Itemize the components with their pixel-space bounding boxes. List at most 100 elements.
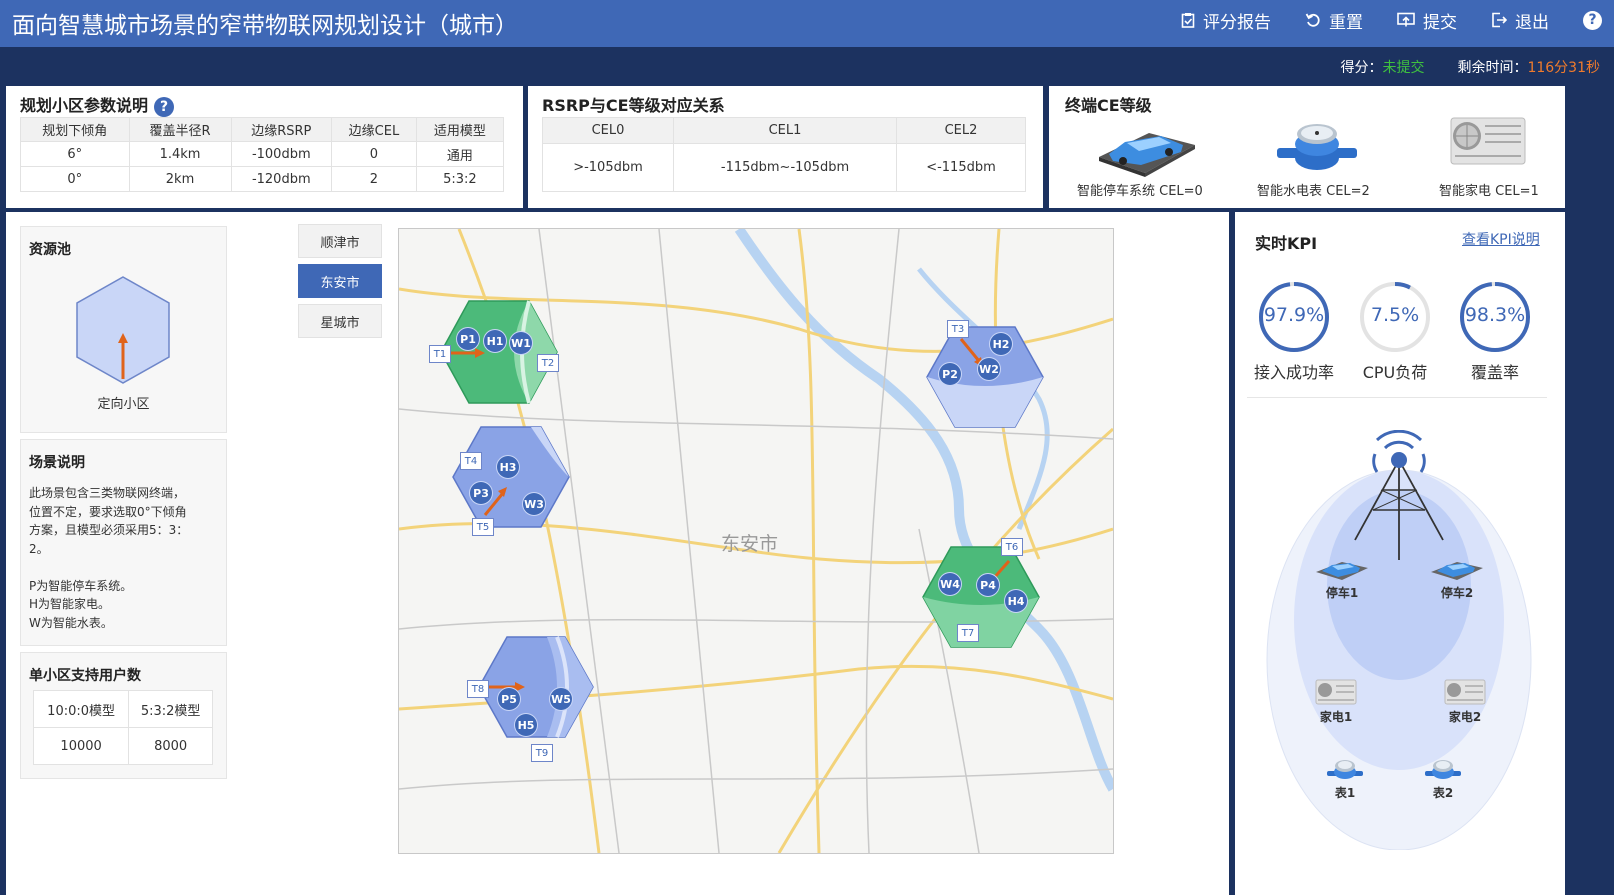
terminal-marker[interactable]: W5 (550, 688, 572, 710)
device-item: 家电2 (1437, 678, 1493, 725)
params-cell: 2km (128, 166, 232, 192)
city-button-xingcheng[interactable]: 星城市 (298, 304, 382, 338)
terminal-tag[interactable]: T2 (537, 354, 559, 372)
users-title: 单小区支持用户数 (29, 668, 141, 684)
terminal-marker[interactable]: H2 (990, 333, 1012, 355)
terminal-label: 智能水电表 CEL=2 (1257, 184, 1370, 199)
terminal-tag[interactable]: T9 (531, 744, 553, 762)
table-row: 6° 1.4km -100dbm 0 通用 (20, 141, 505, 167)
reset-icon (1305, 13, 1320, 27)
terminal-tag[interactable]: T3 (947, 320, 969, 338)
kpi-value: 97.9% (1263, 304, 1325, 326)
scene-text: 此场景包含三类物联网终端， 位置不定，要求选取0°下倾角 方案，且模型必须采用5… (29, 484, 188, 632)
params-cell: 0 (331, 141, 417, 167)
table-row: >-105dbm -115dbm~-105dbm <-115dbm (542, 143, 1026, 192)
scene-line: 方案，且模型必须采用5：3： (29, 523, 189, 537)
submit-button[interactable]: 提交 (1397, 8, 1457, 33)
rsrp-table: CEL0 CEL1 CEL2 >-105dbm -115dbm~-105dbm … (542, 117, 1026, 192)
terminal-tag[interactable]: T5 (472, 518, 494, 536)
map-city-label: 东安市 (721, 533, 779, 555)
scene-line: P为智能停车系统。 (29, 578, 133, 593)
terminal-marker[interactable]: W3 (523, 493, 545, 515)
divider (1247, 397, 1547, 398)
terminal-marker[interactable]: H1 (484, 330, 506, 352)
map-view[interactable]: 东安市 P1 H1 W1 T1 T2 H3 P3 W3 T4 T5 P5 W5 … (398, 228, 1114, 854)
resource-title: 资源池 (29, 242, 71, 258)
time-label: 剩余时间： (1457, 60, 1528, 76)
terminal-marker[interactable]: W2 (978, 358, 1000, 380)
water-meter-icon (1277, 124, 1357, 170)
terminal-tag[interactable]: T4 (460, 452, 482, 470)
exit-button[interactable]: 退出 (1491, 8, 1549, 33)
terminal-tag[interactable]: T7 (957, 624, 979, 642)
terminal-marker[interactable]: P4 (977, 574, 999, 596)
table-row: 0° 2km -120dbm 2 5:3:2 (20, 166, 505, 192)
params-col: 边缘CEL (331, 117, 417, 142)
exit-icon (1492, 12, 1507, 28)
submit-icon (1397, 12, 1415, 27)
main-panel: 资源池 定向小区 场景说明 此场景包含三类物联网终端， 位置不定，要求选取0°下… (6, 212, 1229, 895)
terminal-marker[interactable]: P5 (498, 688, 520, 710)
resource-pool: 资源池 定向小区 (20, 226, 227, 433)
time-value: 116分31秒 (1527, 60, 1600, 76)
terminal-marker[interactable]: H3 (497, 456, 519, 478)
kpi-value: 98.3% (1464, 304, 1526, 326)
scene-line: 2。 (29, 541, 49, 556)
users-col: 10:0:0模型 (32, 690, 130, 728)
directional-cell-icon[interactable] (73, 275, 173, 385)
users-cell: 10000 (32, 727, 130, 765)
device-item: 表2 (1415, 756, 1471, 801)
rsrp-col: CEL1 (673, 117, 897, 144)
reset-button[interactable]: 重置 (1305, 8, 1363, 33)
city-button-dongan[interactable]: 东安市 (298, 264, 382, 298)
device-label: 表1 (1334, 786, 1356, 800)
rsrp-title: RSRP与CE等级对应关系 (542, 96, 725, 115)
terminal-marker[interactable]: H5 (515, 714, 537, 736)
kpi-title: 实时KPI (1255, 234, 1318, 253)
report-button[interactable]: 评分报告 (1181, 8, 1271, 33)
terminal-marker[interactable]: P3 (470, 482, 492, 504)
terminal-marker[interactable]: H4 (1005, 590, 1027, 612)
help-icon[interactable]: ? (1583, 10, 1602, 30)
city-button-shunjin[interactable]: 顺津市 (298, 224, 382, 258)
rsrp-cell: <-115dbm (896, 143, 1026, 192)
score-value: 未提交 (1382, 60, 1425, 76)
device-item: 表1 (1317, 756, 1373, 801)
terminal-marker[interactable]: W4 (939, 573, 961, 595)
kpi-value: 7.5% (1370, 304, 1420, 326)
device-label: 表2 (1432, 786, 1454, 800)
reset-label: 重置 (1329, 12, 1363, 33)
top-bar: 面向智慧城市场景的窄带物联网规划设计（城市） 评分报告 重置 提交 退出 ? (0, 0, 1614, 47)
kpi-label: CPU负荷 (1362, 363, 1428, 382)
terminal-marker[interactable]: P1 (457, 328, 479, 350)
kpi-help-link[interactable]: 查看KPI说明 (1462, 229, 1540, 249)
page-title: 面向智慧城市场景的窄带物联网规划设计（城市） (12, 13, 518, 39)
params-col: 覆盖半径R (128, 117, 232, 142)
device-item: 家电1 (1308, 678, 1364, 725)
terminal-marker[interactable]: W1 (510, 332, 532, 354)
exit-label: 退出 (1515, 12, 1549, 33)
terminal-tag[interactable]: T8 (467, 680, 489, 698)
header-actions: 评分报告 重置 提交 退出 ? (1147, 0, 1602, 40)
params-cell: 5:3:2 (415, 166, 505, 192)
terminal-marker[interactable]: P2 (939, 363, 961, 385)
users-cell: 8000 (128, 727, 213, 765)
params-cell: 1.4km (128, 141, 232, 167)
terminal-tag[interactable]: T1 (429, 345, 451, 363)
rsrp-cell: -115dbm~-105dbm (673, 143, 897, 192)
parking-car-icon (1431, 562, 1483, 580)
users-col: 5:3:2模型 (128, 690, 213, 728)
water-meter-icon (1327, 760, 1363, 779)
params-cell: -120dbm (230, 166, 333, 192)
terminal-tag[interactable]: T6 (1001, 538, 1023, 556)
terminal-panel: 终端CE等级 智能停车系统 CEL=0 智能水电表 CEL=2 智能家电 CEL… (1049, 86, 1565, 208)
rsrp-panel: RSRP与CE等级对应关系 CEL0 CEL1 CEL2 >-105dbm -1… (528, 86, 1043, 208)
device-label: 家电2 (1448, 710, 1482, 724)
params-title-text: 规划小区参数说明 (20, 96, 149, 115)
submit-label: 提交 (1423, 12, 1457, 33)
question-icon[interactable]: ? (154, 96, 175, 117)
parking-car-icon (1316, 562, 1368, 580)
table-row: 10000 8000 (32, 727, 213, 765)
rsrp-col: CEL0 (542, 117, 674, 144)
scene-line: H为智能家电。 (29, 597, 111, 611)
